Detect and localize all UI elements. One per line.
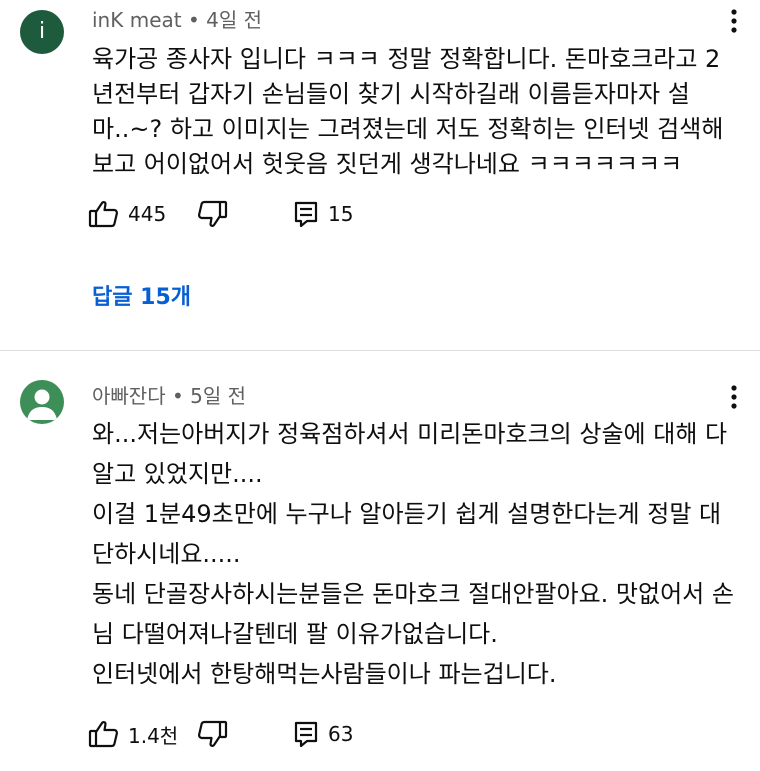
view-replies-button[interactable]: 답글 15개 <box>92 279 191 311</box>
like-count: 1.4천 <box>128 723 179 748</box>
more-vert-icon[interactable] <box>722 6 746 36</box>
comment-line: 인터넷에서 한탕해먹는사람들이나 파는겁니다. <box>92 660 557 688</box>
thumb-up-icon <box>88 201 119 228</box>
comment-line: 마..~? 하고 이미지는 그려졌는데 저도 정확히는 인터넷 검색해 <box>92 115 724 143</box>
author-name[interactable]: inK meat <box>92 8 182 32</box>
comment-line: 년전부터 갑자기 손님들이 찾기 시작하길래 이름듣자마자 설 <box>92 80 690 108</box>
thumb-up-icon <box>88 721 119 748</box>
comment-age[interactable]: 4일 전 <box>206 8 262 32</box>
thumb-down-icon <box>197 200 228 227</box>
reply-icon <box>294 201 318 227</box>
meta-separator: • <box>171 384 191 408</box>
comment-text: 와...저는아버지가 정육점하셔서 미리돈마호크의 상술에 대해 다 알고 있었… <box>92 414 742 694</box>
comment-line: 님 다떨어져나갈텐데 팔 이유가없습니다. <box>92 620 498 648</box>
reply-count: 63 <box>328 722 354 746</box>
like-button[interactable]: 1.4천 <box>88 716 178 752</box>
reply-count: 15 <box>328 202 354 226</box>
author-name[interactable]: 아빠잔다 <box>92 384 166 408</box>
person-icon <box>27 389 57 420</box>
avatar-letter: i <box>38 19 46 44</box>
comment-text: 육가공 종사자 입니다 ㅋㅋㅋ 정말 정확합니다. 돈마호크라고 2 년전부터 … <box>92 42 742 182</box>
avatar[interactable] <box>20 380 64 424</box>
dislike-button[interactable] <box>196 196 228 232</box>
comment-meta: inK meat • 4일 전 <box>92 8 262 32</box>
comment-line: 보고 어이없어서 헛웃음 짓던게 생각나네요 ㅋㅋㅋㅋㅋㅋㅋ <box>92 150 683 178</box>
more-vert-icon[interactable] <box>722 382 746 412</box>
reply-button[interactable]: 15 <box>294 196 353 232</box>
comment-line: 육가공 종사자 입니다 ㅋㅋㅋ 정말 정확합니다. 돈마호크라고 2 <box>92 45 721 73</box>
reply-button[interactable]: 63 <box>294 716 353 752</box>
like-count: 445 <box>128 202 167 226</box>
comment-line: 와...저는아버지가 정육점하셔서 미리돈마호크의 상술에 대해 다 <box>92 420 728 448</box>
comment: 아빠잔다 • 5일 전 와...저는아버지가 정육점하셔서 미리돈마호크의 상술… <box>0 351 760 771</box>
meta-separator: • <box>187 8 207 32</box>
comment-line: 동네 단골장사하시는분들은 돈마호크 절대안팔아요. 맛없어서 손 <box>92 580 734 608</box>
reply-icon <box>294 721 318 747</box>
comment: i inK meat • 4일 전 육가공 종사자 입니다 ㅋㅋㅋ 정말 정확합… <box>0 0 760 350</box>
comment-meta: 아빠잔다 • 5일 전 <box>92 384 246 408</box>
thumb-down-icon <box>197 720 228 747</box>
dislike-button[interactable] <box>196 716 228 752</box>
avatar[interactable]: i <box>20 10 64 54</box>
comment-line: 이걸 1분49초만에 누구나 알아듣기 쉽게 설명한다는게 정말 대 <box>92 500 722 528</box>
like-button[interactable]: 445 <box>88 196 166 232</box>
comment-age[interactable]: 5일 전 <box>190 384 246 408</box>
comment-line: 알고 있었지만.... <box>92 460 263 488</box>
comment-line: 단하시네요..... <box>92 540 241 568</box>
